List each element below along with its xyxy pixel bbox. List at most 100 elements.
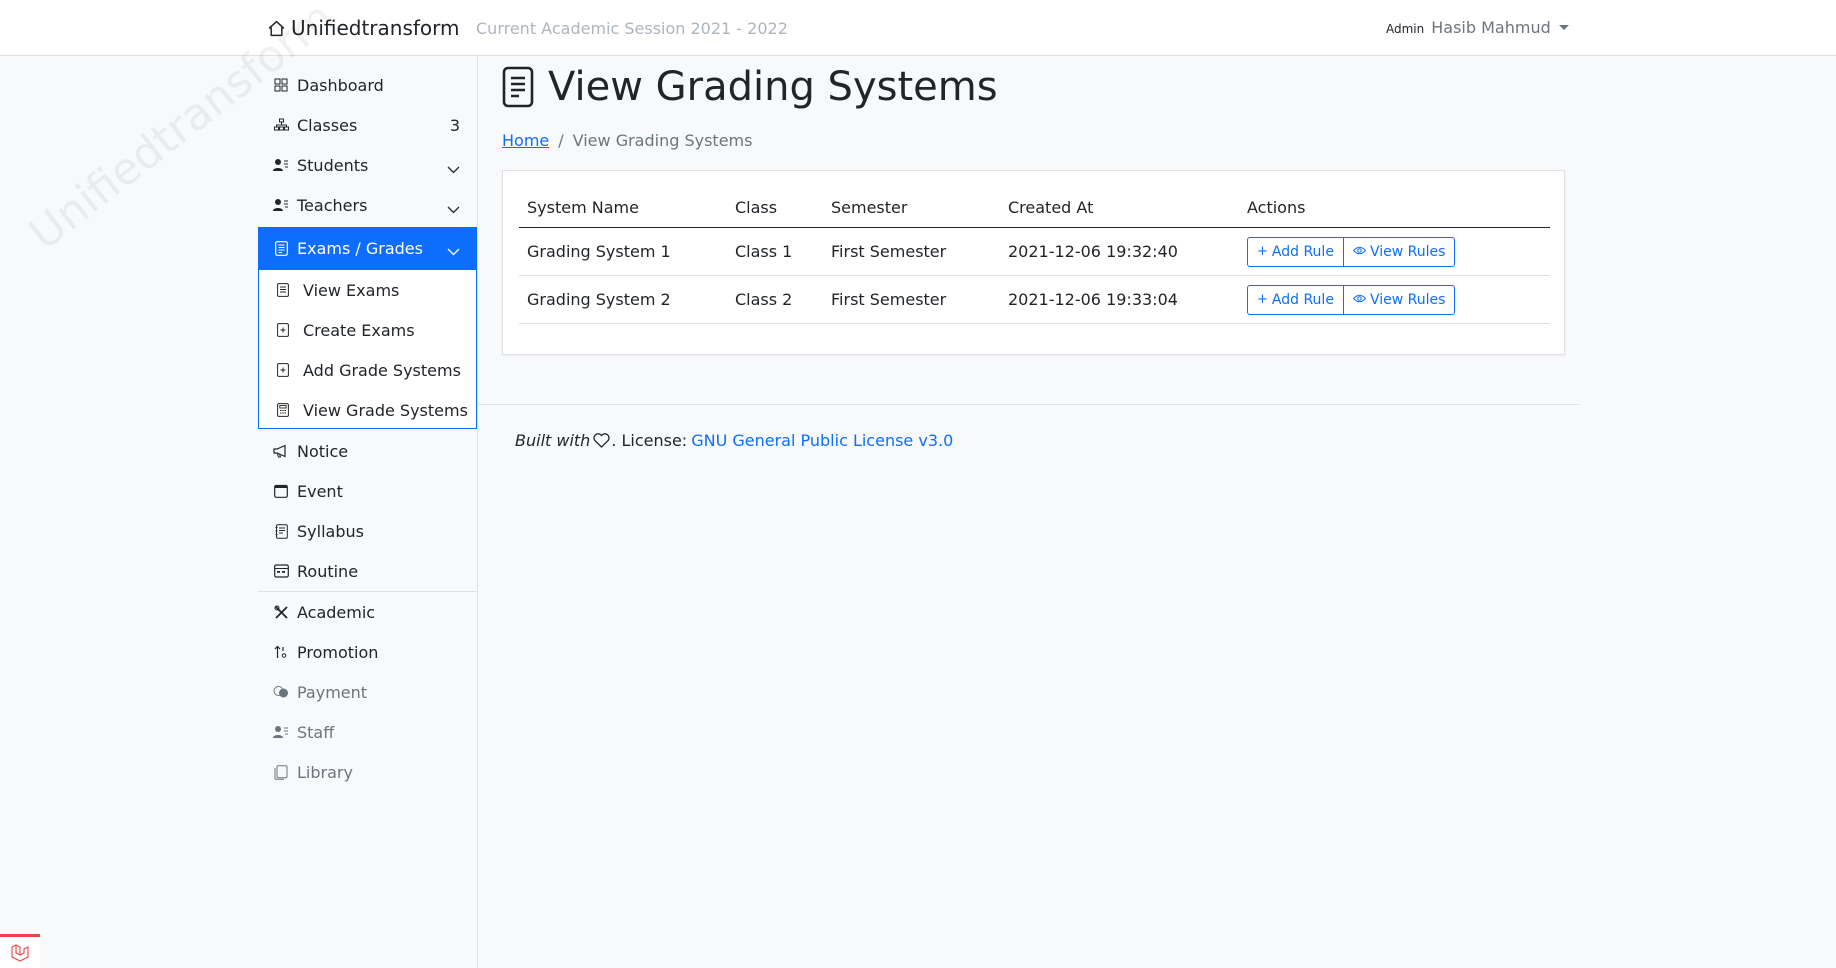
- sidebar-item-label: Classes: [297, 115, 358, 135]
- calendar-icon: [273, 483, 289, 499]
- license-link[interactable]: GNU General Public License v3.0: [691, 431, 953, 450]
- sidebar-item-staff[interactable]: Staff: [258, 712, 477, 752]
- chevron-down-icon: [447, 199, 460, 218]
- submenu-item-create-exams[interactable]: Create Exams: [259, 310, 476, 350]
- calendar-week-icon: [273, 563, 289, 579]
- sidebar-item-teachers[interactable]: Teachers: [258, 185, 477, 225]
- eye-icon: [1352, 292, 1367, 307]
- class-cell: Class 2: [727, 275, 823, 324]
- sidebar-item-label: Students: [297, 155, 369, 175]
- person-lines-icon: [273, 724, 289, 740]
- add-rule-button[interactable]: + Add Rule: [1247, 284, 1344, 315]
- view-rules-button[interactable]: View Rules: [1343, 236, 1456, 267]
- calculator-icon: [275, 402, 291, 418]
- breadcrumb-current: View Grading Systems: [572, 131, 753, 150]
- sidebar-item-label: Dashboard: [297, 75, 384, 95]
- sidebar-item-payment[interactable]: Payment: [258, 672, 477, 712]
- system-name-cell: Grading System 1: [519, 227, 727, 276]
- sidebar-item-label: Staff: [297, 722, 335, 742]
- file-text-icon: [275, 282, 291, 298]
- footer: Built with . License: GNU General Public…: [515, 431, 953, 450]
- caret-down-icon: [1558, 25, 1569, 30]
- created-at-cell: 2021-12-06 19:32:40: [1000, 227, 1239, 276]
- academic-session-label: Current Academic Session 2021 - 2022: [476, 19, 788, 38]
- view-rules-button[interactable]: View Rules: [1343, 284, 1456, 315]
- file-text-icon: [273, 240, 289, 256]
- view-rules-label: View Rules: [1369, 291, 1446, 308]
- breadcrumb: Home / View Grading Systems: [502, 131, 752, 150]
- submenu-item-view-exams[interactable]: View Exams: [259, 270, 476, 310]
- chevron-down-icon: [447, 159, 460, 178]
- laravel-debug-badge[interactable]: [0, 934, 40, 968]
- submenu-item-label: Add Grade Systems: [303, 360, 461, 380]
- sidebar-item-classes[interactable]: Classes 3: [258, 105, 477, 145]
- table-header-row: System Name Class Semester Created At Ac…: [519, 187, 1550, 228]
- table-row: Grading System 1 Class 1 First Semester …: [519, 227, 1550, 276]
- user-role-badge: Admin: [1386, 22, 1425, 36]
- sidebar-item-label: Syllabus: [297, 521, 364, 541]
- exams-submenu: View Exams Create Exams Add Grade System…: [258, 269, 477, 429]
- file-plus-icon: [275, 362, 291, 378]
- brand-name: Unifiedtransform: [291, 16, 460, 40]
- sidebar-item-routine[interactable]: Routine: [258, 551, 477, 591]
- sidebar-item-notice[interactable]: Notice: [258, 431, 477, 471]
- sidebar-item-library[interactable]: Library: [258, 752, 477, 792]
- sidebar-item-dashboard[interactable]: Dashboard: [258, 65, 477, 105]
- sidebar-item-label: Notice: [297, 441, 349, 461]
- journal-text-icon: [273, 523, 289, 539]
- row-actions: + Add Rule View Rules: [1247, 284, 1456, 315]
- person-lines-icon: [273, 197, 289, 213]
- file-plus-icon: [275, 322, 291, 338]
- sidebar-item-label: Exams / Grades: [297, 238, 423, 258]
- view-rules-label: View Rules: [1369, 243, 1446, 260]
- sidebar-item-label: Academic: [297, 602, 376, 622]
- table-row: Grading System 2 Class 2 First Semester …: [519, 275, 1550, 324]
- row-actions: + Add Rule View Rules: [1247, 236, 1456, 267]
- semester-cell: First Semester: [823, 275, 1000, 324]
- sidebar-item-students[interactable]: Students: [258, 145, 477, 185]
- actions-cell: + Add Rule View Rules: [1239, 275, 1550, 324]
- page-title: View Grading Systems: [502, 64, 998, 110]
- add-rule-button[interactable]: + Add Rule: [1247, 236, 1344, 267]
- submenu-item-label: Create Exams: [303, 320, 415, 340]
- sidebar-item-label: Routine: [297, 561, 359, 581]
- eye-icon: [1352, 244, 1367, 259]
- user-dropdown[interactable]: Admin Hasib Mahmud: [1386, 18, 1569, 37]
- breadcrumb-separator: /: [558, 131, 564, 150]
- built-with-text: Built with: [515, 431, 591, 450]
- add-rule-label: Add Rule: [1271, 291, 1334, 308]
- sidebar-item-syllabus[interactable]: Syllabus: [258, 511, 477, 551]
- page-title-text: View Grading Systems: [548, 64, 998, 110]
- journals-icon: [273, 764, 289, 780]
- grid-icon: [273, 77, 289, 93]
- submenu-item-add-grade-systems[interactable]: Add Grade Systems: [259, 350, 476, 390]
- sidebar-item-event[interactable]: Event: [258, 471, 477, 511]
- license-prefix: . License:: [611, 431, 688, 450]
- classes-count: 3: [449, 115, 460, 135]
- sidebar-item-exams-grades[interactable]: Exams / Grades: [258, 227, 477, 269]
- submenu-item-view-grade-systems[interactable]: View Grade Systems: [259, 390, 476, 430]
- footer-divider: [478, 404, 1580, 405]
- plus-icon: +: [1257, 244, 1268, 259]
- submenu-item-label: View Grade Systems: [303, 400, 468, 420]
- semester-cell: First Semester: [823, 227, 1000, 276]
- sort-numeric-up-icon: [273, 644, 289, 660]
- system-name-cell: Grading System 2: [519, 275, 727, 324]
- tools-icon: [273, 604, 289, 620]
- add-rule-label: Add Rule: [1271, 243, 1334, 260]
- sidebar-item-label: Library: [297, 762, 353, 782]
- coin-icon: [273, 684, 289, 700]
- column-header: Actions: [1239, 187, 1550, 228]
- chevron-down-icon: [447, 241, 460, 260]
- column-header: System Name: [519, 187, 727, 228]
- sidebar-item-academic[interactable]: Academic: [258, 592, 477, 632]
- heart-icon: [593, 433, 610, 448]
- sidebar-item-promotion[interactable]: Promotion: [258, 632, 477, 672]
- sidebar-item-label: Teachers: [297, 195, 368, 215]
- class-cell: Class 1: [727, 227, 823, 276]
- megaphone-icon: [273, 443, 289, 459]
- plus-icon: +: [1257, 292, 1268, 307]
- diagram-icon: [273, 117, 289, 133]
- brand-link[interactable]: Unifiedtransform: [268, 16, 460, 40]
- breadcrumb-home-link[interactable]: Home: [502, 131, 549, 150]
